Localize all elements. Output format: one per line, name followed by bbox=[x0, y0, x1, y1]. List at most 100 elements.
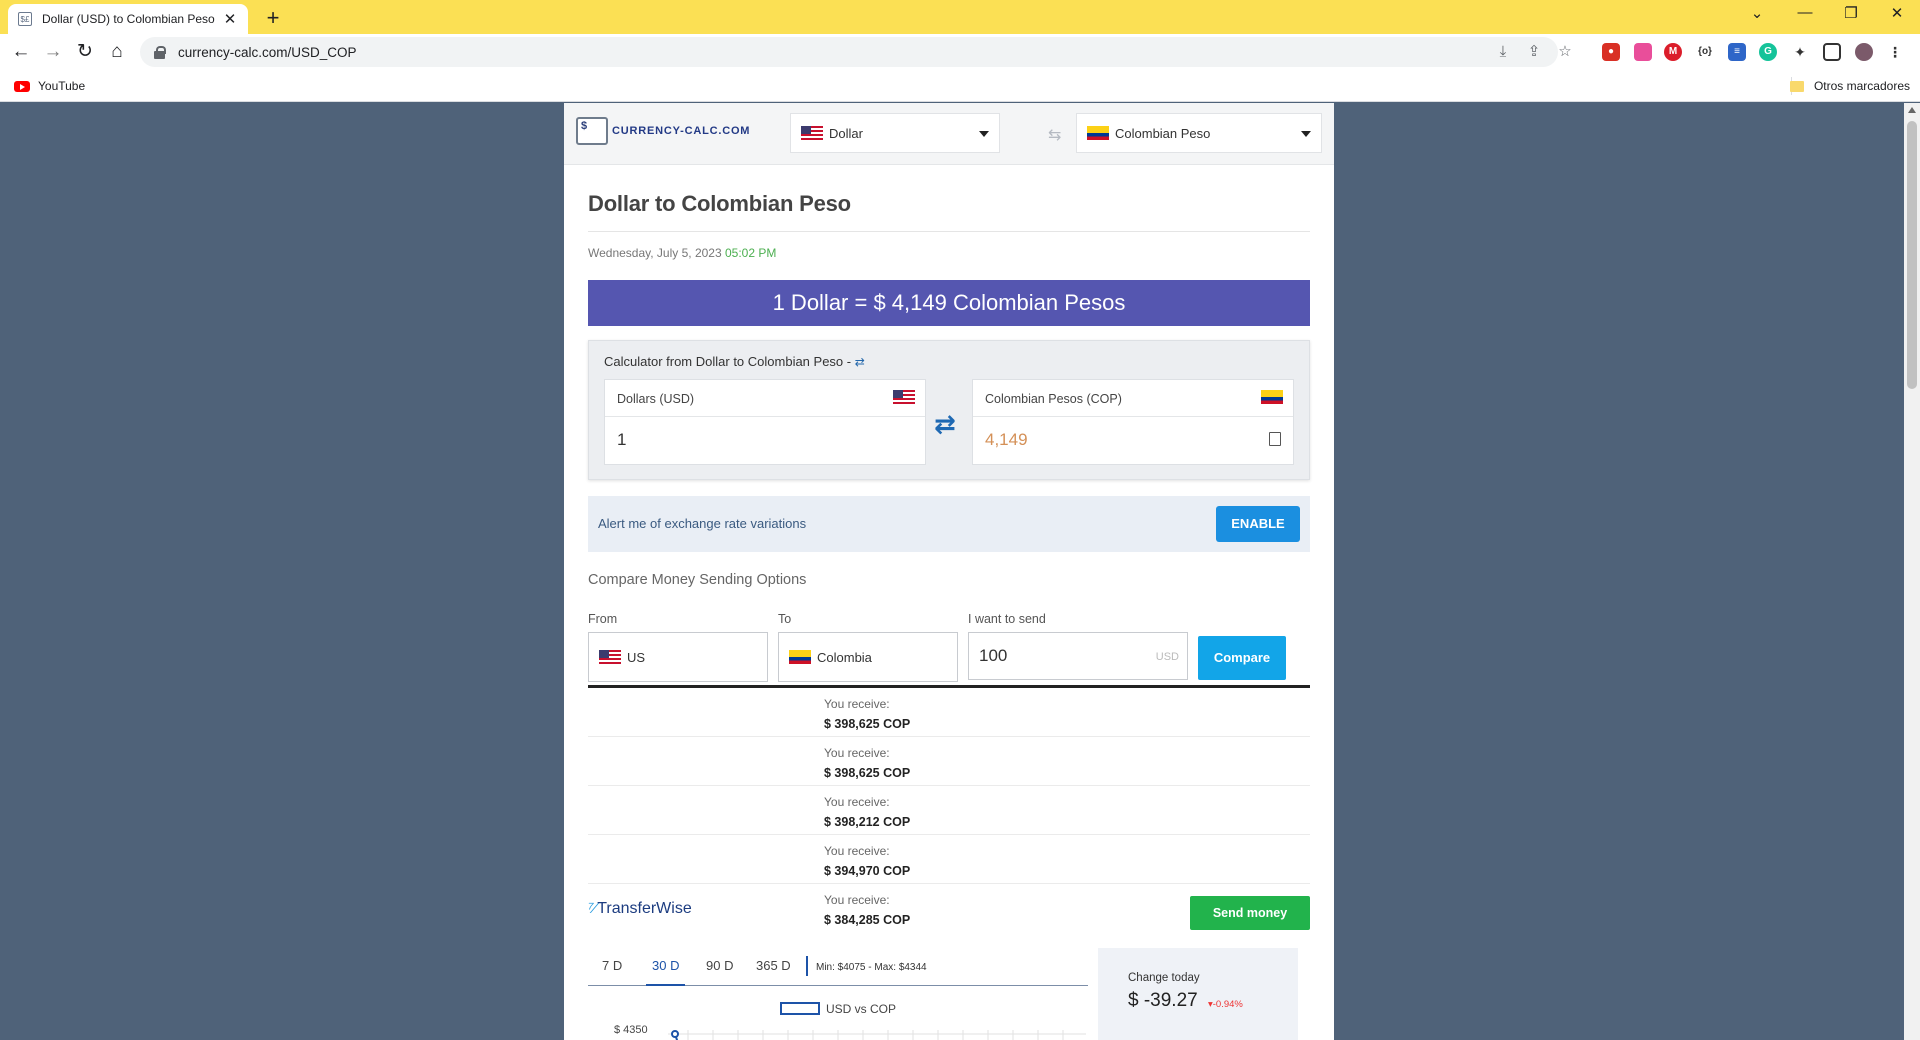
from-currency-select[interactable]: Dollar bbox=[790, 113, 1000, 153]
result-row: You receive: $ 398,625 COP bbox=[588, 688, 1310, 737]
compare-labels: From To I want to send bbox=[588, 602, 1310, 632]
browser-tab[interactable]: $£ Dollar (USD) to Colombian Peso ✕ bbox=[8, 4, 248, 34]
extension-m-icon[interactable]: M bbox=[1664, 43, 1682, 61]
from-label: From bbox=[588, 612, 618, 626]
to-amount-label: Colombian Pesos (COP) bbox=[973, 380, 1293, 417]
tab-close-icon[interactable]: ✕ bbox=[222, 10, 238, 28]
receive-amount: $ 398,212 COP bbox=[824, 815, 911, 829]
home-icon[interactable]: ⌂ bbox=[105, 40, 129, 64]
send-money-button[interactable]: Send money bbox=[1190, 896, 1310, 930]
from-amount-box: Dollars (USD) 1 bbox=[604, 379, 926, 465]
enable-alert-button[interactable]: ENABLE bbox=[1216, 506, 1300, 542]
range-tabs: 7 D 30 D 90 D 365 D Min: $4075 - Max: $4… bbox=[588, 950, 1088, 986]
receive-amount: $ 398,625 COP bbox=[824, 717, 911, 731]
currency-unit: USD bbox=[1155, 651, 1179, 663]
currency-favicon-icon: $£ bbox=[18, 12, 32, 26]
lock-icon bbox=[154, 45, 166, 59]
legend-swatch[interactable] bbox=[780, 1002, 820, 1015]
web-page: $ CURRENCY-CALC.COM Dollar ⇆ Colombian P… bbox=[564, 103, 1334, 1040]
rate-banner: 1 Dollar = $ 4,149 Colombian Pesos bbox=[588, 280, 1310, 326]
us-flag-icon bbox=[893, 390, 915, 404]
send-amount-input[interactable]: 100 USD bbox=[968, 632, 1188, 680]
new-tab-button[interactable]: + bbox=[260, 5, 286, 31]
profile-avatar[interactable] bbox=[1855, 43, 1873, 61]
us-flag-icon bbox=[801, 126, 823, 140]
swap-direction-icon[interactable]: ⇄ bbox=[855, 355, 865, 369]
page-scrollbar[interactable] bbox=[1904, 103, 1920, 1040]
close-window-button[interactable]: ✕ bbox=[1882, 4, 1912, 22]
colombia-flag-icon bbox=[1087, 126, 1109, 140]
bookmark-star-icon[interactable]: ☆ bbox=[1554, 41, 1576, 63]
y-tick-label: $ 4350 bbox=[614, 1024, 648, 1036]
extension-blue-icon[interactable]: ≡ bbox=[1728, 43, 1746, 61]
us-flag-icon bbox=[599, 650, 621, 664]
folder-icon bbox=[1789, 80, 1804, 92]
site-logo[interactable]: $ CURRENCY-CALC.COM bbox=[576, 117, 750, 145]
caret-down-icon bbox=[1301, 131, 1311, 137]
logo-money-icon: $ bbox=[576, 117, 608, 145]
date-line: Wednesday, July 5, 2023 05:02 PM bbox=[588, 246, 1310, 260]
browser-toolbar: ← → ↻ ⌂ currency-calc.com/USD_COP ⤓ ⇪ ☆ … bbox=[0, 34, 1920, 70]
scroll-up-icon[interactable] bbox=[1908, 107, 1916, 113]
bookmark-other-label: Otros marcadores bbox=[1813, 79, 1910, 93]
swap-arrows-icon[interactable]: ⇄ bbox=[934, 409, 956, 440]
address-bar[interactable]: currency-calc.com/USD_COP ⤓ ⇪ ☆ bbox=[140, 37, 1572, 67]
tab-7d[interactable]: 7 D bbox=[602, 958, 622, 986]
from-amount-input[interactable]: 1 bbox=[605, 417, 925, 463]
tab-90d[interactable]: 90 D bbox=[706, 958, 733, 986]
install-icon[interactable]: ⤓ bbox=[1492, 41, 1514, 63]
page-title: Dollar to Colombian Peso bbox=[588, 191, 1310, 232]
back-arrow-icon[interactable]: ← bbox=[9, 40, 33, 64]
change-today-value: $ -39.27 bbox=[1128, 990, 1198, 1011]
compare-form: US Colombia 100 USD Compare bbox=[588, 632, 1310, 688]
to-label: To bbox=[778, 612, 792, 626]
receive-amount: $ 394,970 COP bbox=[824, 864, 911, 878]
copy-icon[interactable] bbox=[1265, 429, 1281, 446]
menu-dots-icon[interactable]: ⋮ bbox=[1886, 43, 1904, 61]
alert-text: Alert me of exchange rate variations bbox=[598, 516, 807, 531]
site-header: $ CURRENCY-CALC.COM Dollar ⇆ Colombian P… bbox=[564, 103, 1334, 165]
url-text: currency-calc.com/USD_COP bbox=[178, 44, 357, 60]
change-today-card: Change today $ -39.27 ▾-0.94% bbox=[1098, 948, 1298, 1040]
side-panel-icon[interactable] bbox=[1823, 43, 1841, 61]
currency-calculator: Calculator from Dollar to Colombian Peso… bbox=[588, 340, 1310, 480]
grammarly-icon[interactable]: G bbox=[1759, 43, 1777, 61]
swap-currencies-icon[interactable]: ⇆ bbox=[1048, 125, 1061, 145]
minimize-button[interactable]: — bbox=[1790, 4, 1820, 21]
tab-365d[interactable]: 365 D bbox=[756, 958, 791, 986]
transferwise-logo[interactable]: ⁷⁄TransferWise bbox=[588, 900, 692, 918]
tab-search-icon[interactable]: ⌄ bbox=[1742, 4, 1772, 22]
legend-label: USD vs COP bbox=[826, 1002, 897, 1016]
restore-button[interactable]: ❐ bbox=[1836, 4, 1866, 22]
result-row: You receive: $ 394,970 COP bbox=[588, 835, 1310, 884]
compare-button[interactable]: Compare bbox=[1198, 636, 1286, 680]
compare-heading: Compare Money Sending Options bbox=[588, 572, 807, 588]
forward-arrow-icon[interactable]: → bbox=[41, 40, 65, 64]
from-country-select[interactable]: US bbox=[588, 632, 768, 682]
scrollbar-thumb[interactable] bbox=[1907, 121, 1917, 389]
tab-30d[interactable]: 30 D bbox=[646, 958, 686, 986]
to-amount-box: Colombian Pesos (COP) 4,149 bbox=[972, 379, 1294, 465]
receive-amount: $ 398,625 COP bbox=[824, 766, 911, 780]
result-row: You receive: $ 398,625 COP bbox=[588, 737, 1310, 786]
to-currency-select[interactable]: Colombian Peso bbox=[1076, 113, 1322, 153]
extension-pink-icon[interactable] bbox=[1634, 43, 1652, 61]
to-country-select[interactable]: Colombia bbox=[778, 632, 958, 682]
to-amount-output[interactable]: 4,149 bbox=[973, 417, 1293, 463]
extensions-puzzle-icon[interactable]: ✦ bbox=[1791, 43, 1809, 61]
calculator-title-text: Calculator from Dollar to Colombian Peso… bbox=[604, 354, 852, 369]
from-currency-label: Dollar bbox=[829, 125, 863, 141]
from-amount-label: Dollars (USD) bbox=[605, 380, 925, 417]
change-today-percent: ▾-0.94% bbox=[1208, 999, 1243, 1010]
tab-title: Dollar (USD) to Colombian Peso bbox=[42, 12, 215, 26]
extension-braces-icon[interactable]: {o} bbox=[1696, 43, 1714, 61]
bookmark-other[interactable]: Otros marcadores bbox=[1789, 79, 1910, 93]
reload-icon[interactable]: ↻ bbox=[73, 40, 97, 64]
bookmark-youtube[interactable]: YouTube bbox=[14, 79, 85, 93]
main-content: Dollar to Colombian Peso Wednesday, July… bbox=[588, 165, 1310, 1040]
logo-text: CURRENCY-CALC.COM bbox=[612, 125, 751, 137]
rate-alert-box: Alert me of exchange rate variations ENA… bbox=[588, 496, 1310, 552]
date-text: Wednesday, July 5, 2023 bbox=[588, 246, 722, 260]
extension-red-icon[interactable]: ● bbox=[1602, 43, 1620, 61]
share-icon[interactable]: ⇪ bbox=[1523, 41, 1545, 63]
